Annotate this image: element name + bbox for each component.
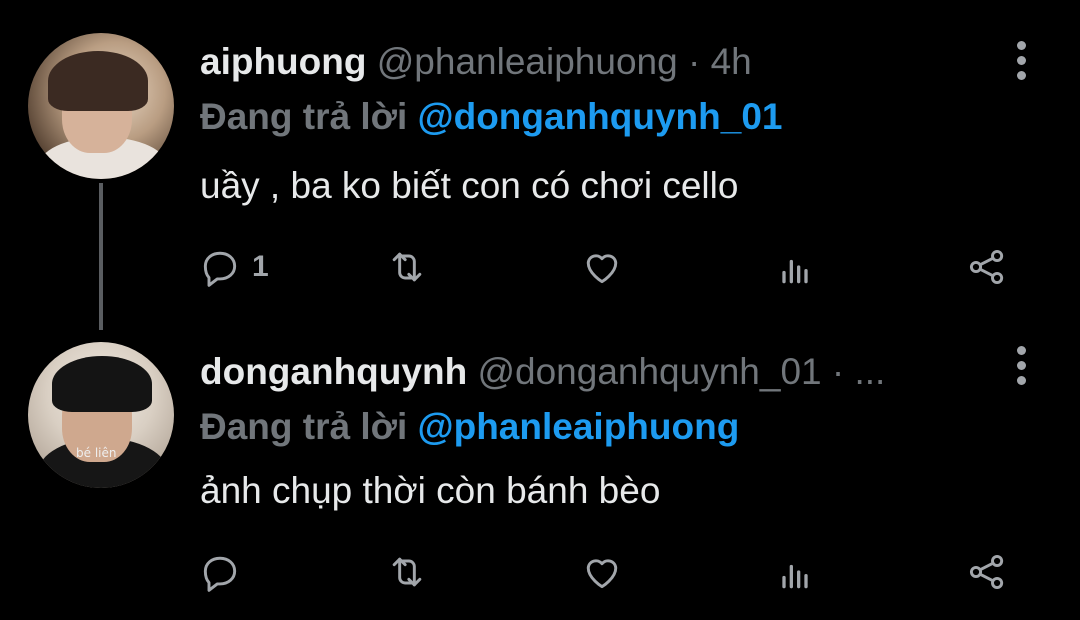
timestamp[interactable]: 4h — [711, 41, 752, 82]
reply-count: 1 — [252, 250, 269, 283]
avatar-shirt-text: bé liên — [76, 446, 117, 460]
avatar[interactable] — [28, 33, 174, 179]
more-options-icon[interactable] — [1008, 345, 1034, 385]
retweet-icon — [392, 557, 422, 587]
views-button[interactable] — [773, 547, 817, 597]
like-icon — [586, 559, 618, 589]
share-icon — [969, 249, 1004, 285]
replying-to-label: Đang trả lời — [200, 96, 408, 137]
tweet-header: aiphuong @phanleaiphuong · 4h — [200, 40, 752, 84]
tweet[interactable]: bé liên donganhquynh @donganhquynh_01 · … — [0, 330, 1080, 620]
like-button[interactable] — [580, 547, 624, 597]
separator-dot: · — [687, 41, 701, 82]
mention-link[interactable]: @donganhquynh_01 — [418, 96, 783, 137]
views-button[interactable] — [773, 242, 817, 292]
like-icon — [586, 254, 618, 284]
share-icon — [969, 554, 1004, 590]
tweet-text: ảnh chụp thời còn bánh bèo — [200, 470, 661, 511]
replying-to: Đang trả lời @phanleaiphuong — [200, 405, 739, 449]
separator-dot: · — [831, 351, 845, 392]
action-bar — [0, 547, 1080, 597]
views-icon — [782, 259, 808, 284]
user-handle[interactable]: @phanleaiphuong — [377, 41, 678, 82]
replying-to-label: Đang trả lời — [200, 406, 408, 447]
reply-button[interactable] — [198, 547, 252, 597]
share-button[interactable] — [965, 547, 1009, 597]
avatar-hair — [52, 356, 152, 412]
tweet-text: uầy , ba ko biết con có chơi cello — [200, 165, 739, 206]
retweet-button[interactable] — [385, 547, 429, 597]
retweet-icon — [392, 252, 422, 282]
views-icon — [782, 564, 808, 589]
tweet-header: donganhquynh @donganhquynh_01 · ... — [200, 350, 885, 394]
avatar-hair — [48, 51, 148, 111]
reply-icon — [203, 556, 237, 592]
reply-icon — [203, 251, 237, 287]
action-bar: 1 — [0, 242, 1080, 292]
tweet[interactable]: aiphuong @phanleaiphuong · 4h Đang trả l… — [0, 0, 1080, 330]
replying-to: Đang trả lời @donganhquynh_01 — [200, 95, 783, 139]
more-options-icon[interactable] — [1008, 40, 1034, 80]
timestamp[interactable]: ... — [855, 351, 886, 392]
display-name[interactable]: aiphuong — [200, 41, 366, 82]
avatar[interactable]: bé liên — [28, 342, 174, 488]
reply-button[interactable]: 1 — [198, 242, 269, 292]
mention-link[interactable]: @phanleaiphuong — [418, 406, 740, 447]
retweet-button[interactable] — [385, 242, 429, 292]
share-button[interactable] — [965, 242, 1009, 292]
like-button[interactable] — [580, 242, 624, 292]
user-handle[interactable]: @donganhquynh_01 — [477, 351, 821, 392]
display-name[interactable]: donganhquynh — [200, 351, 467, 392]
